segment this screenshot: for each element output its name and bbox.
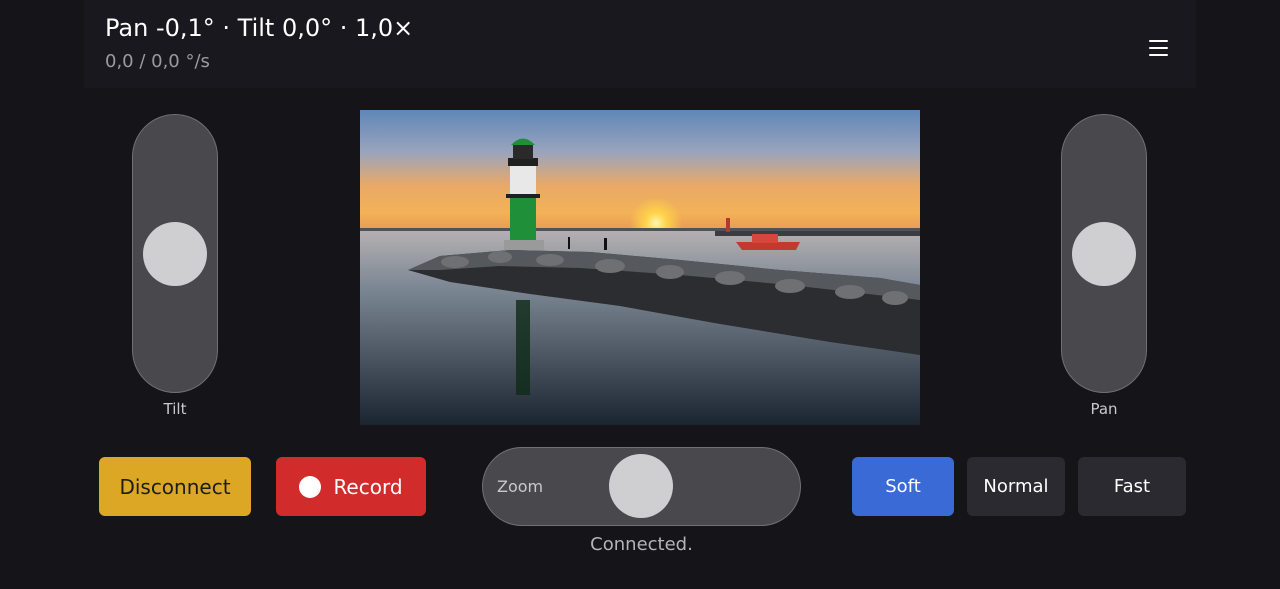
position-readout: Pan -0,1° · Tilt 0,0° · 1,0× [105, 14, 414, 42]
record-dot-icon [299, 475, 322, 498]
camera-preview [360, 110, 920, 425]
speed-fast-button[interactable]: Fast [1078, 457, 1186, 516]
speed-readout: 0,0 / 0,0 °/s [105, 51, 210, 72]
menu-button[interactable] [1145, 37, 1173, 59]
tilt-slider[interactable] [132, 114, 218, 393]
pan-slider-knob[interactable] [1072, 222, 1136, 286]
hamburger-menu-icon-line [1149, 47, 1168, 50]
record-button-label: Record [333, 474, 403, 499]
header-bar: Pan -0,1° · Tilt 0,0° · 1,0× 0,0 / 0,0 °… [84, 0, 1196, 88]
hamburger-menu-icon-line [1149, 54, 1168, 57]
record-button[interactable]: Record [276, 457, 426, 516]
zoom-label: Zoom [497, 477, 544, 496]
disconnect-button-label: Disconnect [119, 474, 231, 499]
camera-preview-image [360, 110, 920, 425]
tilt-slider-knob[interactable] [143, 222, 207, 286]
speed-normal-label: Normal [983, 476, 1049, 497]
speed-fast-label: Fast [1113, 476, 1151, 497]
speed-soft-label: Soft [885, 476, 921, 497]
connection-status: Connected. [590, 534, 693, 555]
pan-slider[interactable] [1061, 114, 1147, 393]
speed-normal-button[interactable]: Normal [967, 457, 1065, 516]
disconnect-button[interactable]: Disconnect [99, 457, 251, 516]
pan-label: Pan [1090, 400, 1118, 418]
speed-soft-button[interactable]: Soft [852, 457, 954, 516]
zoom-slider-knob[interactable] [609, 454, 673, 518]
hamburger-menu-icon [1149, 40, 1168, 43]
camera-control-app: Pan -0,1° · Tilt 0,0° · 1,0× 0,0 / 0,0 °… [0, 0, 1280, 589]
tilt-label: Tilt [163, 400, 187, 418]
zoom-slider[interactable]: Zoom [482, 447, 801, 526]
